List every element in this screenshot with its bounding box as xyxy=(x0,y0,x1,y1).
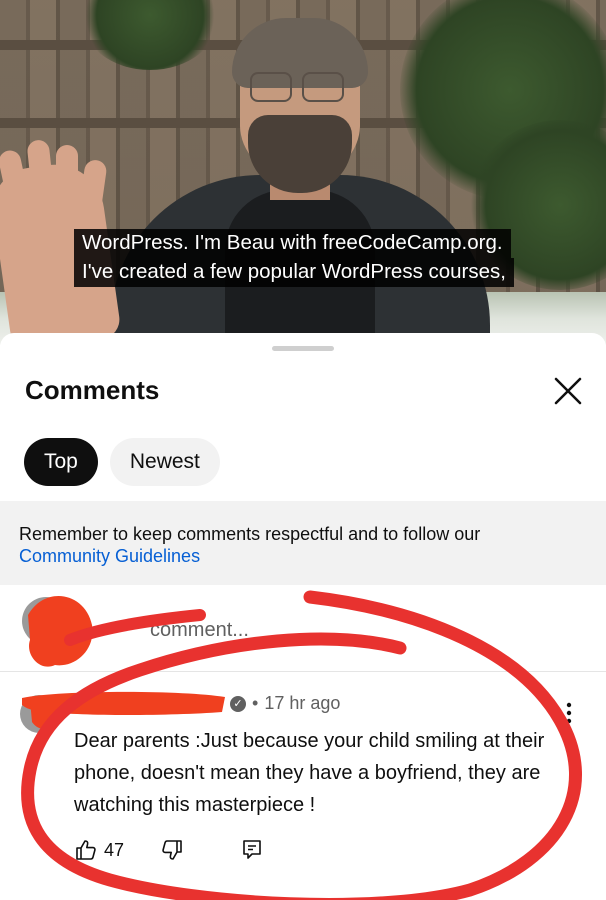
reply-icon xyxy=(243,840,261,859)
drag-handle[interactable] xyxy=(272,346,334,351)
finger xyxy=(56,145,78,210)
guidelines-notice: Remember to keep comments respectful and… xyxy=(0,501,606,585)
dislike-icon xyxy=(162,840,182,860)
comments-sheet: Comments Top Newest Remember to keep com… xyxy=(0,333,606,900)
commenter-avatar[interactable] xyxy=(20,695,58,733)
video-captions: WordPress. I'm Beau with freeCodeCamp.or… xyxy=(74,229,514,287)
comment-header: ✓ • 17 hr ago xyxy=(74,693,340,714)
comment-actions: 47 xyxy=(74,838,264,862)
close-icon xyxy=(554,377,582,405)
like-icon xyxy=(76,840,96,860)
add-comment-input[interactable]: comment... xyxy=(150,619,249,642)
sort-chips: Top Newest xyxy=(24,438,220,486)
like-button[interactable]: 47 xyxy=(74,838,124,862)
more-vert-icon xyxy=(566,702,572,724)
divider xyxy=(0,671,606,672)
comment-more-button[interactable] xyxy=(560,699,578,727)
video-player[interactable]: WordPress. I'm Beau with freeCodeCamp.or… xyxy=(0,0,606,345)
comment-time: 17 hr ago xyxy=(264,693,341,713)
panel-title: Comments xyxy=(25,375,160,405)
caption-line-2: I've created a few popular WordPress cou… xyxy=(74,258,514,287)
caption-line-1: WordPress. I'm Beau with freeCodeCamp.or… xyxy=(74,229,511,258)
glasses-right xyxy=(302,72,344,102)
verified-icon: ✓ xyxy=(230,695,246,712)
comment-text: Dear parents :Just because your child sm… xyxy=(74,730,545,816)
chip-newest[interactable]: Newest xyxy=(109,438,220,486)
dislike-button[interactable] xyxy=(160,838,184,862)
comment-separator: • xyxy=(252,693,259,713)
commenter-name[interactable] xyxy=(74,696,224,712)
user-avatar xyxy=(22,597,70,645)
close-button[interactable] xyxy=(550,373,586,409)
community-guidelines-link[interactable]: Community Guidelines xyxy=(19,546,200,566)
like-count: 47 xyxy=(104,839,125,860)
chip-top[interactable]: Top xyxy=(24,438,98,486)
reply-button[interactable] xyxy=(240,838,264,862)
notice-text-block: Remember to keep comments respectful and… xyxy=(19,523,480,567)
glasses-left xyxy=(250,72,292,102)
notice-message: Remember to keep comments respectful and… xyxy=(19,524,481,544)
